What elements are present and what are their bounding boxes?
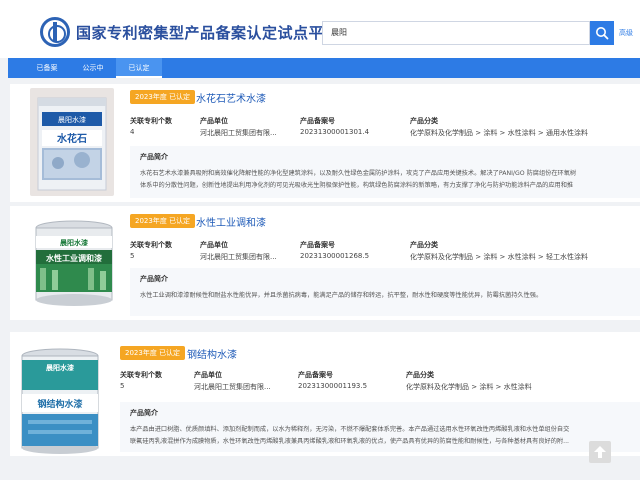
category-label: 产品分类 [410,241,438,249]
intro-box: 产品简介 水性工业调和漆漆耐候性和耐盐水性能优异，并且杀菌抗病毒，能满足产品的储… [130,268,640,316]
intro-box: 产品简介 本产品由进口树脂、优质颜填料、添加剂配制而成，以水为稀释剂，无污染，不… [120,402,640,452]
tab-publicity[interactable]: 公示中 [70,58,116,78]
advanced-search-link[interactable]: 高级 [619,28,633,38]
patents-value: 5 [120,382,125,390]
certified-badge: 2023年度 已认定 [130,90,196,104]
patents-label: 关联专利个数 [120,371,162,379]
intro-label: 产品简介 [140,153,168,161]
intro-label: 产品简介 [140,275,168,283]
intro-box: 产品简介 水花石艺术水漆兼具吸附和高效催化降解性能的净化型建筑涂料，以及耐久性绿… [130,146,640,198]
intro-text: 水花石艺术水漆兼具吸附和高效催化降解性能的净化型建筑涂料，以及耐久性绿色金属防护… [140,170,577,189]
site-header: 国家专利密集型产品备案认定试点平台 晨阳 高级 [0,0,640,58]
record-no-value: 20231300001268.5 [300,252,370,260]
product-image-label: 钢结构水漆 [37,398,82,410]
certified-badge: 2023年度 已认定 [130,214,196,228]
record-no-label: 产品备案号 [300,241,335,249]
search-icon [596,27,609,40]
category-value: 化学原料及化学制品 > 涂料 > 水性涂料 > 通用水性涂料 [410,129,588,137]
unit-label: 产品单位 [194,371,222,379]
intro-text: 本产品由进口树脂、优质颜填料、添加剂配制而成，以水为稀释剂，无污染，不燃不爆配套… [130,426,570,445]
intro-label: 产品简介 [130,409,158,417]
arrow-up-icon[interactable] [589,441,611,463]
product-name[interactable]: 水性工业调和漆 [196,214,266,229]
product-card: 晨阳水漆 钢结构水漆 2023年度 已认定 钢结构水漆 关联专利个数 5 产品单… [10,332,640,456]
record-no-value: 20231300001301.4 [300,128,370,136]
record-no-label: 产品备案号 [298,371,333,379]
product-name[interactable]: 钢结构水漆 [187,346,237,361]
record-no-value: 20231300001193.5 [298,382,368,390]
certified-badge: 2023年度 已认定 [120,346,186,360]
product-card: 晨阳水漆 水花石 2023年度 已认定 水花石艺术水漆 关联专利个数 4 产品单… [10,84,640,202]
record-no-label: 产品备案号 [300,117,335,125]
product-name[interactable]: 水花石艺术水漆 [196,90,266,105]
patents-value: 5 [130,252,135,260]
product-image[interactable]: 晨阳水漆 水花石 [30,88,114,196]
patents-label: 关联专利个数 [130,241,172,249]
unit-value: 河北晨阳工贸集团有限... [200,253,277,261]
unit-value: 河北晨阳工贸集团有限... [200,129,277,137]
patents-value: 4 [130,128,135,136]
product-image[interactable]: 晨阳水漆 钢结构水漆 [14,346,106,456]
tab-filed[interactable]: 已备案 [24,58,70,78]
tab-certified[interactable]: 已认定 [116,58,162,78]
unit-value: 河北晨阳工贸集团有限... [194,383,271,391]
category-label: 产品分类 [410,117,438,125]
unit-label: 产品单位 [200,117,228,125]
product-image-brand: 晨阳水漆 [58,115,86,124]
product-card: 晨阳水漆 水性工业调和漆 2023年度 已认定 水性工业调和漆 关联专利个数 5… [10,206,640,320]
site-title[interactable]: 国家专利密集型产品备案认定试点平台 [76,22,340,43]
product-image[interactable]: 晨阳水漆 水性工业调和漆 [28,218,120,308]
search-button[interactable] [590,21,614,45]
patent-logo-icon[interactable] [40,17,70,47]
category-value: 化学原料及化学制品 > 涂料 > 水性涂料 > 轻工水性涂料 [410,253,588,261]
product-image-label: 水性工业调和漆 [45,253,102,263]
search-input[interactable]: 晨阳 [322,21,590,45]
intro-text: 水性工业调和漆漆耐候性和耐盐水性能优异，并且杀菌抗病毒，能满足产品的储存和转运，… [140,292,543,299]
patents-label: 关联专利个数 [130,117,172,125]
product-image-brand: 晨阳水漆 [46,363,74,372]
unit-label: 产品单位 [200,241,228,249]
nav-bar: 已备案 公示中 已认定 [8,58,640,78]
category-label: 产品分类 [406,371,434,379]
category-value: 化学原料及化学制品 > 涂料 > 水性涂料 [406,383,532,391]
product-image-label: 水花石 [56,132,87,145]
product-image-brand: 晨阳水漆 [60,238,88,247]
